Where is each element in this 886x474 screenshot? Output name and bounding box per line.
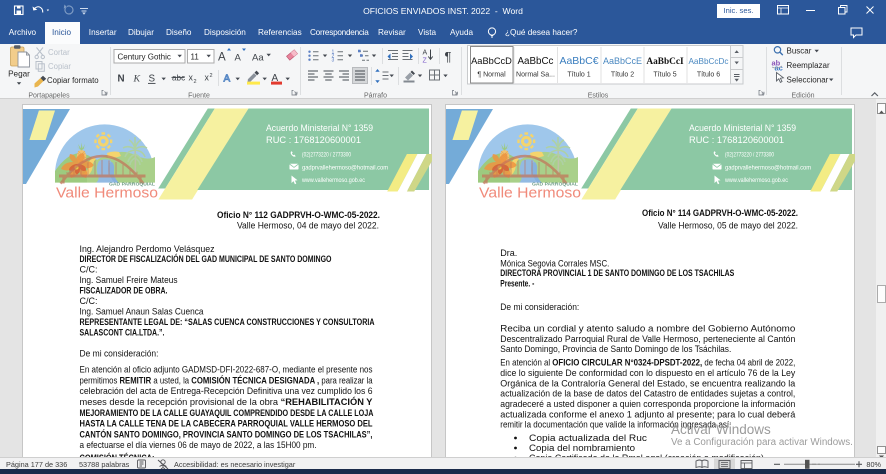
svg-text:3: 3 (332, 58, 335, 64)
svg-text:A: A (218, 52, 226, 64)
svg-text:2: 2 (194, 79, 197, 85)
svg-text:permitimos REMITIR a usted, la: permitimos REMITIR a usted, la COMISIÓN … (79, 375, 372, 386)
svg-text:Normal Sa...: Normal Sa... (516, 72, 555, 79)
svg-text:DIRECTOR DE FISCALIZACIÓN DEL: DIRECTOR DE FISCALIZACIÓN DEL GAD MUNICI… (79, 253, 331, 264)
svg-text:Santo Domingo, Provincia de Sa: Santo Domingo, Provincia de Santo Doming… (500, 344, 731, 354)
svg-text:Título 6: Título 6 (697, 72, 720, 79)
svg-text:C/C:: C/C: (79, 265, 97, 275)
svg-text:AaBbCcDc: AaBbCcDc (688, 57, 728, 66)
svg-text:Valle Hermoso, 04 de mayo del: Valle Hermoso, 04 de mayo del 2022. (237, 221, 379, 231)
svg-text:¶: ¶ (445, 49, 452, 64)
svg-text:AaBbCcI: AaBbCcI (646, 57, 684, 67)
svg-text:MEJORAMIENTO DE LA CALLE GUAYA: MEJORAMIENTO DE LA CALLE GUAYAQUIL COMPR… (79, 408, 373, 418)
svg-text:REPRESENTANTE LEGAL DE: “SALAS: REPRESENTANTE LEGAL DE: “SALAS CUENCA CO… (79, 317, 374, 327)
svg-text:Copia del nombramiento: Copia del nombramiento (529, 443, 635, 453)
svg-text:abc: abc (172, 74, 185, 83)
svg-text:Buscar: Buscar (787, 47, 812, 56)
svg-text:Ing. Alejandro Perdomo Velásqu: Ing. Alejandro Perdomo Velásquez (79, 244, 214, 254)
svg-text:Valle Hermoso, 05 de mayo del: Valle Hermoso, 05 de mayo del 2022. (658, 220, 798, 230)
svg-text:Seleccionar: Seleccionar (787, 76, 829, 85)
svg-text:Century Gothic: Century Gothic (118, 52, 171, 61)
svg-text:11: 11 (191, 52, 200, 61)
svg-text:Presente. -: Presente. - (500, 279, 534, 289)
svg-text:actualizada conforme el anexo: actualizada conforme el anexo 1 adjunto … (500, 409, 795, 419)
svg-text:N: N (118, 74, 125, 85)
svg-text:dice lo siguiente De conformid: dice lo siguiente De conformidad con lo … (500, 368, 795, 378)
svg-text:2: 2 (210, 73, 213, 79)
svg-text:A: A (423, 50, 428, 57)
svg-text:Oficio N° 112 GADPRVH-O-WMC-05: Oficio N° 112 GADPRVH-O-WMC-05-2022. (217, 210, 380, 220)
svg-text:A: A (235, 53, 242, 64)
svg-text:a efectuarse el día viernes 06: a efectuarse el día viernes 06 de mayo d… (79, 440, 316, 450)
svg-text:Copiar formato: Copiar formato (47, 76, 99, 85)
svg-text:En atención al OFICIO CIRCULAR: En atención al OFICIO CIRCULAR N°0324-DP… (500, 357, 795, 367)
svg-text:Ing. Samuel Freire Mateus: Ing. Samuel Freire Mateus (79, 275, 177, 285)
svg-text:Dra.: Dra. (500, 248, 517, 258)
svg-text:meses desde la recepción provi: meses desde la recepción provisional de … (79, 396, 372, 407)
svg-text:Copiar: Copiar (48, 62, 71, 71)
svg-text:A: A (224, 74, 231, 85)
svg-text:De mi consideración:: De mi consideración: (79, 349, 158, 359)
svg-text:S: S (149, 74, 156, 85)
svg-text:Copia actualizada del Ruc: Copia actualizada del Ruc (529, 433, 648, 443)
svg-text:agradeceré a usted disponer a: agradeceré a usted disponer a quien corr… (500, 399, 795, 409)
svg-text:K: K (133, 74, 141, 85)
svg-text:En atención al oficio adjunto: En atención al oficio adjunto GADMSD-DFI… (79, 365, 372, 375)
svg-text:Mónica Segovia Corrales MSC.: Mónica Segovia Corrales MSC. (500, 259, 609, 269)
svg-text:Reciba un cordial y atento sal: Reciba un cordial y atento saludo a nomb… (500, 323, 795, 333)
svg-text:¶ Normal: ¶ Normal (477, 72, 506, 79)
svg-text:AaBbCcE: AaBbCcE (603, 56, 642, 66)
svg-text:Descentralizado Parroquial Rur: Descentralizado Parroquial Rural de Vall… (500, 334, 795, 344)
svg-text:Orgánica de la Contraloría Gen: Orgánica de la Contraloría General del E… (500, 379, 795, 389)
svg-text:AaBbCc: AaBbCc (518, 56, 554, 67)
svg-text:CANTÓN SANTO DOMINGO, PROVINCI: CANTÓN SANTO DOMINGO, PROVINCIA SANTO DO… (79, 428, 372, 439)
svg-text:Z: Z (423, 58, 428, 65)
svg-text:Título 2: Título 2 (611, 72, 634, 79)
svg-text:Oficio N° 114 GADPRVH-O-WMC-05: Oficio N° 114 GADPRVH-O-WMC-05-2022. (642, 208, 798, 218)
svg-text:DIRECTORA PROVINCIAL 1 DE SANT: DIRECTORA PROVINCIAL 1 DE SANTO DOMINGO … (500, 268, 734, 278)
svg-text:C/C:: C/C: (79, 296, 97, 306)
svg-text:Reemplazar: Reemplazar (787, 61, 830, 70)
svg-text:Ing. Samuel Anaun Salas Cuenca: Ing. Samuel Anaun Salas Cuenca (79, 306, 203, 316)
svg-text:HASTA LA CALLE TENA DE LA CABE: HASTA LA CALLE TENA DE LA CABECERA PARRO… (79, 419, 372, 429)
svg-text:De mi consideración:: De mi consideración: (500, 302, 579, 312)
svg-text:Pegar: Pegar (8, 70, 30, 79)
svg-text:actualización de la base de da: actualización de la base de datos del Ca… (500, 389, 795, 399)
svg-text:Título 1: Título 1 (567, 72, 590, 79)
svg-text:celebración del acta de Entreg: celebración del acta de Entrega-Recepció… (79, 386, 372, 396)
svg-text:FISCALIZADOR DE OBRA.: FISCALIZADOR DE OBRA. (79, 286, 167, 296)
svg-text:AaBbCcD: AaBbCcD (471, 56, 512, 66)
svg-text:SALASCONT CIA.LTDA.”.: SALASCONT CIA.LTDA.”. (79, 327, 164, 337)
svg-text:Aa: Aa (252, 53, 264, 64)
svg-text:Cortar: Cortar (48, 48, 70, 57)
svg-text:Título 5: Título 5 (653, 72, 676, 79)
svg-text:AaBbC€: AaBbC€ (559, 55, 598, 67)
